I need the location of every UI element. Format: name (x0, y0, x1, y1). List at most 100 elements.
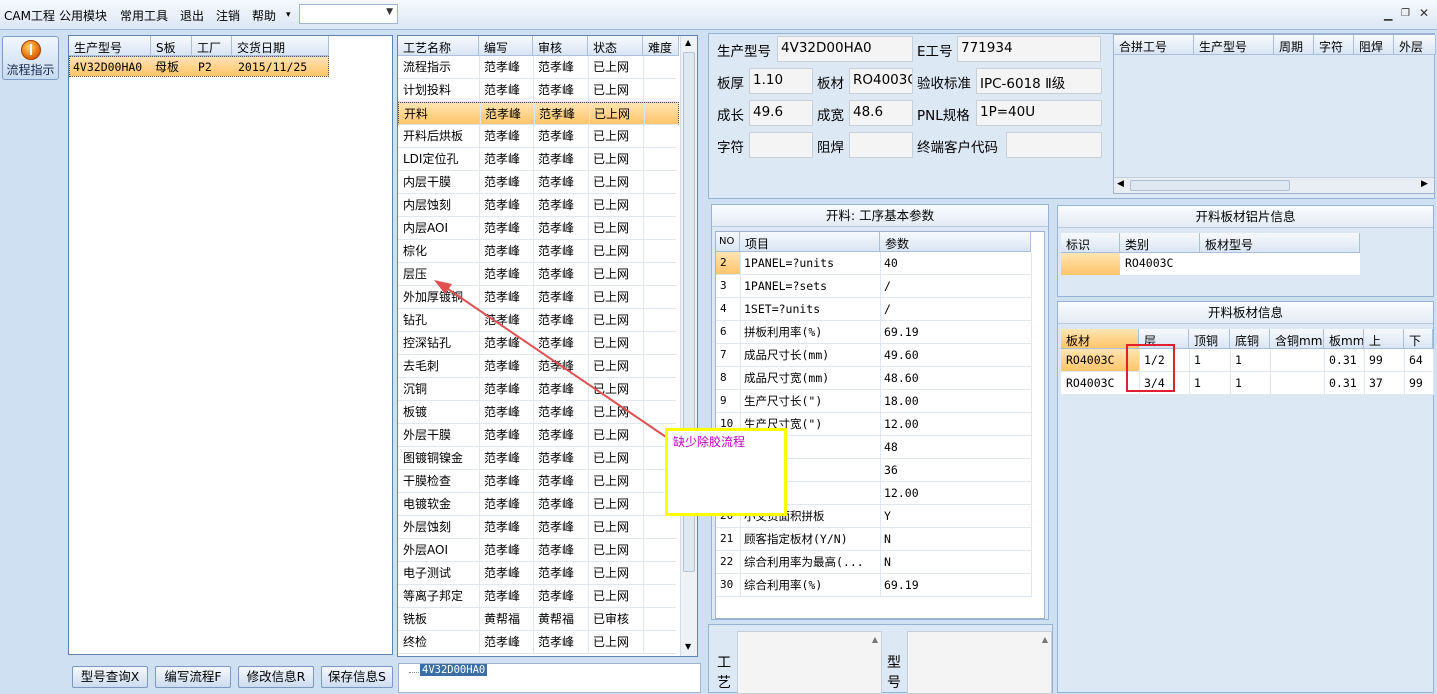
col-header-outer[interactable]: 外层 (1394, 35, 1436, 55)
col-header-mark[interactable]: 标识 (1061, 233, 1120, 253)
col-header-author[interactable]: 编写 (479, 36, 533, 56)
col-header-solder-mask[interactable]: 阻焊 (1354, 35, 1394, 55)
col-header-combine-no[interactable]: 合拼工号 (1114, 35, 1194, 55)
col-header-param[interactable]: 参数 (880, 232, 1031, 252)
col-header-down[interactable]: 下 (1404, 329, 1433, 349)
table-row[interactable]: RO4003C (1061, 253, 1360, 275)
restore-icon[interactable]: ❐ (1401, 8, 1410, 19)
col-header-period[interactable]: 周期 (1274, 35, 1314, 55)
scroll-down-icon[interactable]: ▼ (685, 642, 691, 651)
table-row[interactable]: 流程指示 范孝峰 范孝峰 已上网 (398, 56, 676, 79)
menu-dropdown-icon[interactable]: ▾ (286, 10, 291, 20)
table-row[interactable]: 图镀铜镍金 范孝峰 范孝峰 已上网 (398, 447, 676, 470)
col-header-up[interactable]: 上 (1364, 329, 1404, 349)
table-row[interactable]: 外层干膜 范孝峰 范孝峰 已上网 (398, 424, 676, 447)
model-query-button[interactable]: 型号查询X (72, 666, 148, 688)
table-row[interactable]: 外加厚镀铜 范孝峰 范孝峰 已上网 (398, 286, 676, 309)
table-row[interactable]: 4 1SET=?units / (716, 298, 1032, 321)
table-row[interactable]: 内层蚀刻 范孝峰 范孝峰 已上网 (398, 194, 676, 217)
length-field[interactable]: 49.6 (749, 100, 813, 126)
col-header-board-model[interactable]: 板材型号 (1200, 233, 1360, 253)
minimize-icon[interactable]: ▁ (1384, 8, 1392, 21)
save-info-button[interactable]: 保存信息S (321, 666, 393, 688)
table-row[interactable]: 去毛刺 范孝峰 范孝峰 已上网 (398, 355, 676, 378)
table-row[interactable]: 内层AOI 范孝峰 范孝峰 已上网 (398, 217, 676, 240)
scroll-right-icon[interactable]: ▶ (1421, 179, 1428, 189)
col-header-delivery-date[interactable]: 交货日期 (232, 36, 329, 56)
e-number-field[interactable]: 771934 (957, 36, 1101, 62)
tree-node-model[interactable]: 4V32D00HA0 (420, 664, 488, 676)
scroll-up-icon[interactable]: ▲ (685, 38, 691, 47)
table-row[interactable]: 内层干膜 范孝峰 范孝峰 已上网 (398, 171, 676, 194)
width-field[interactable]: 48.6 (849, 100, 913, 126)
write-flow-button[interactable]: 编写流程F (155, 666, 231, 688)
table-row[interactable]: 棕化 范孝峰 范孝峰 已上网 (398, 240, 676, 263)
flow-indicator-button[interactable]: 流程指示 (2, 36, 59, 80)
close-icon[interactable]: ✕ (1419, 6, 1429, 20)
col-header-model[interactable]: 生产型号 (69, 36, 151, 56)
table-row[interactable]: 8 成品尺寸宽(mm) 48.60 (716, 367, 1032, 390)
process-scrollbar[interactable]: ▲ ▼ (680, 36, 697, 656)
modify-info-button[interactable]: 修改信息R (238, 666, 314, 688)
col-header-status[interactable]: 状态 (588, 36, 643, 56)
table-row[interactable]: 沉铜 范孝峰 范孝峰 已上网 (398, 378, 676, 401)
menu-help[interactable]: 帮助 (252, 7, 276, 24)
table-row[interactable]: 电子测试 范孝峰 范孝峰 已上网 (398, 562, 676, 585)
table-row[interactable]: 6 拼板利用率(%) 69.19 (716, 321, 1032, 344)
model-field[interactable]: 4V32D00HA0 (777, 36, 913, 62)
col-header-no[interactable]: NO (716, 232, 740, 252)
col-header-factory[interactable]: 工厂 (192, 36, 232, 56)
col-header-s-board[interactable]: S板 (151, 36, 192, 56)
table-row[interactable]: 外层蚀刻 范孝峰 范孝峰 已上网 (398, 516, 676, 539)
col-header-top-copper[interactable]: 顶铜 (1189, 329, 1230, 349)
table-row[interactable]: 9 生产尺寸长(") 18.00 (716, 390, 1032, 413)
solder-mask-field[interactable] (849, 132, 913, 158)
table-row[interactable]: 终检 范孝峰 范孝峰 已上网 (398, 631, 676, 654)
table-row[interactable]: 控深钻孔 范孝峰 范孝峰 已上网 (398, 332, 676, 355)
table-row[interactable]: 电镀软金 范孝峰 范孝峰 已上网 (398, 493, 676, 516)
col-header-category[interactable]: 类别 (1120, 233, 1200, 253)
table-row[interactable]: 3 1PANEL=?sets / (716, 275, 1032, 298)
end-customer-field[interactable] (1006, 132, 1102, 158)
table-row[interactable]: 等离子邦定 范孝峰 范孝峰 已上网 (398, 585, 676, 608)
table-row[interactable]: 钻孔 范孝峰 范孝峰 已上网 (398, 309, 676, 332)
col-header-bottom-copper[interactable]: 底铜 (1230, 329, 1270, 349)
menu-cam[interactable]: CAM工程 (4, 7, 55, 24)
table-row[interactable]: 外层AOI 范孝峰 范孝峰 已上网 (398, 539, 676, 562)
table-row[interactable]: 开料后烘板 范孝峰 范孝峰 已上网 (398, 125, 676, 148)
table-row[interactable]: RO4003C 1/2 1 1 0.31 99 64 (1061, 349, 1434, 372)
table-row[interactable]: 21 顾客指定板材(Y/N) N (716, 528, 1032, 551)
table-row[interactable]: 22 综合利用率为最高(... N (716, 551, 1032, 574)
thickness-field[interactable]: 1.10 (749, 68, 813, 94)
material-field[interactable]: RO4003C (849, 68, 913, 94)
character-field[interactable] (749, 132, 813, 158)
table-row[interactable]: 板镀 范孝峰 范孝峰 已上网 (398, 401, 676, 424)
menu-common-module[interactable]: 公用模块 (59, 7, 107, 24)
col-header-difficulty[interactable]: 难度 (643, 36, 679, 56)
process-textarea[interactable]: ▲ (737, 631, 882, 694)
table-row[interactable]: 计划投料 范孝峰 范孝峰 已上网 (398, 79, 676, 102)
acceptance-standard-field[interactable]: IPC-6018 Ⅱ级 (976, 68, 1102, 94)
model-textarea[interactable]: ▲ (907, 631, 1052, 694)
menu-logout[interactable]: 注销 (216, 7, 240, 24)
col-header-character[interactable]: 字符 (1314, 35, 1354, 55)
combine-hscrollbar[interactable]: ◀ ▶ (1114, 177, 1434, 193)
table-row[interactable]: 30 综合利用率(%) 69.19 (716, 574, 1032, 597)
pnl-spec-field[interactable]: 1P=40U (976, 100, 1102, 126)
col-header-process-name[interactable]: 工艺名称 (398, 36, 479, 56)
table-row[interactable]: 层压 范孝峰 范孝峰 已上网 (398, 263, 676, 286)
hscroll-thumb[interactable] (1130, 180, 1290, 191)
col-header-model[interactable]: 生产型号 (1194, 35, 1274, 55)
col-header-review[interactable]: 审核 (533, 36, 588, 56)
table-row[interactable]: 4V32D00HA0 母板 P2 2015/11/25 (69, 56, 329, 77)
scroll-left-icon[interactable]: ◀ (1117, 179, 1124, 189)
table-row[interactable]: 干膜检查 范孝峰 范孝峰 已上网 (398, 470, 676, 493)
menu-common-tools[interactable]: 常用工具 (120, 7, 168, 24)
col-header-copper-mm[interactable]: 含铜mm (1270, 329, 1324, 349)
col-header-board-mm[interactable]: 板mm (1324, 329, 1364, 349)
menu-combo-box[interactable]: ▼ (299, 4, 398, 24)
table-row[interactable]: RO4003C 3/4 1 1 0.31 37 99 (1061, 372, 1434, 395)
menu-exit[interactable]: 退出 (180, 7, 204, 24)
table-row[interactable]: LDI定位孔 范孝峰 范孝峰 已上网 (398, 148, 676, 171)
col-header-item[interactable]: 项目 (740, 232, 880, 252)
